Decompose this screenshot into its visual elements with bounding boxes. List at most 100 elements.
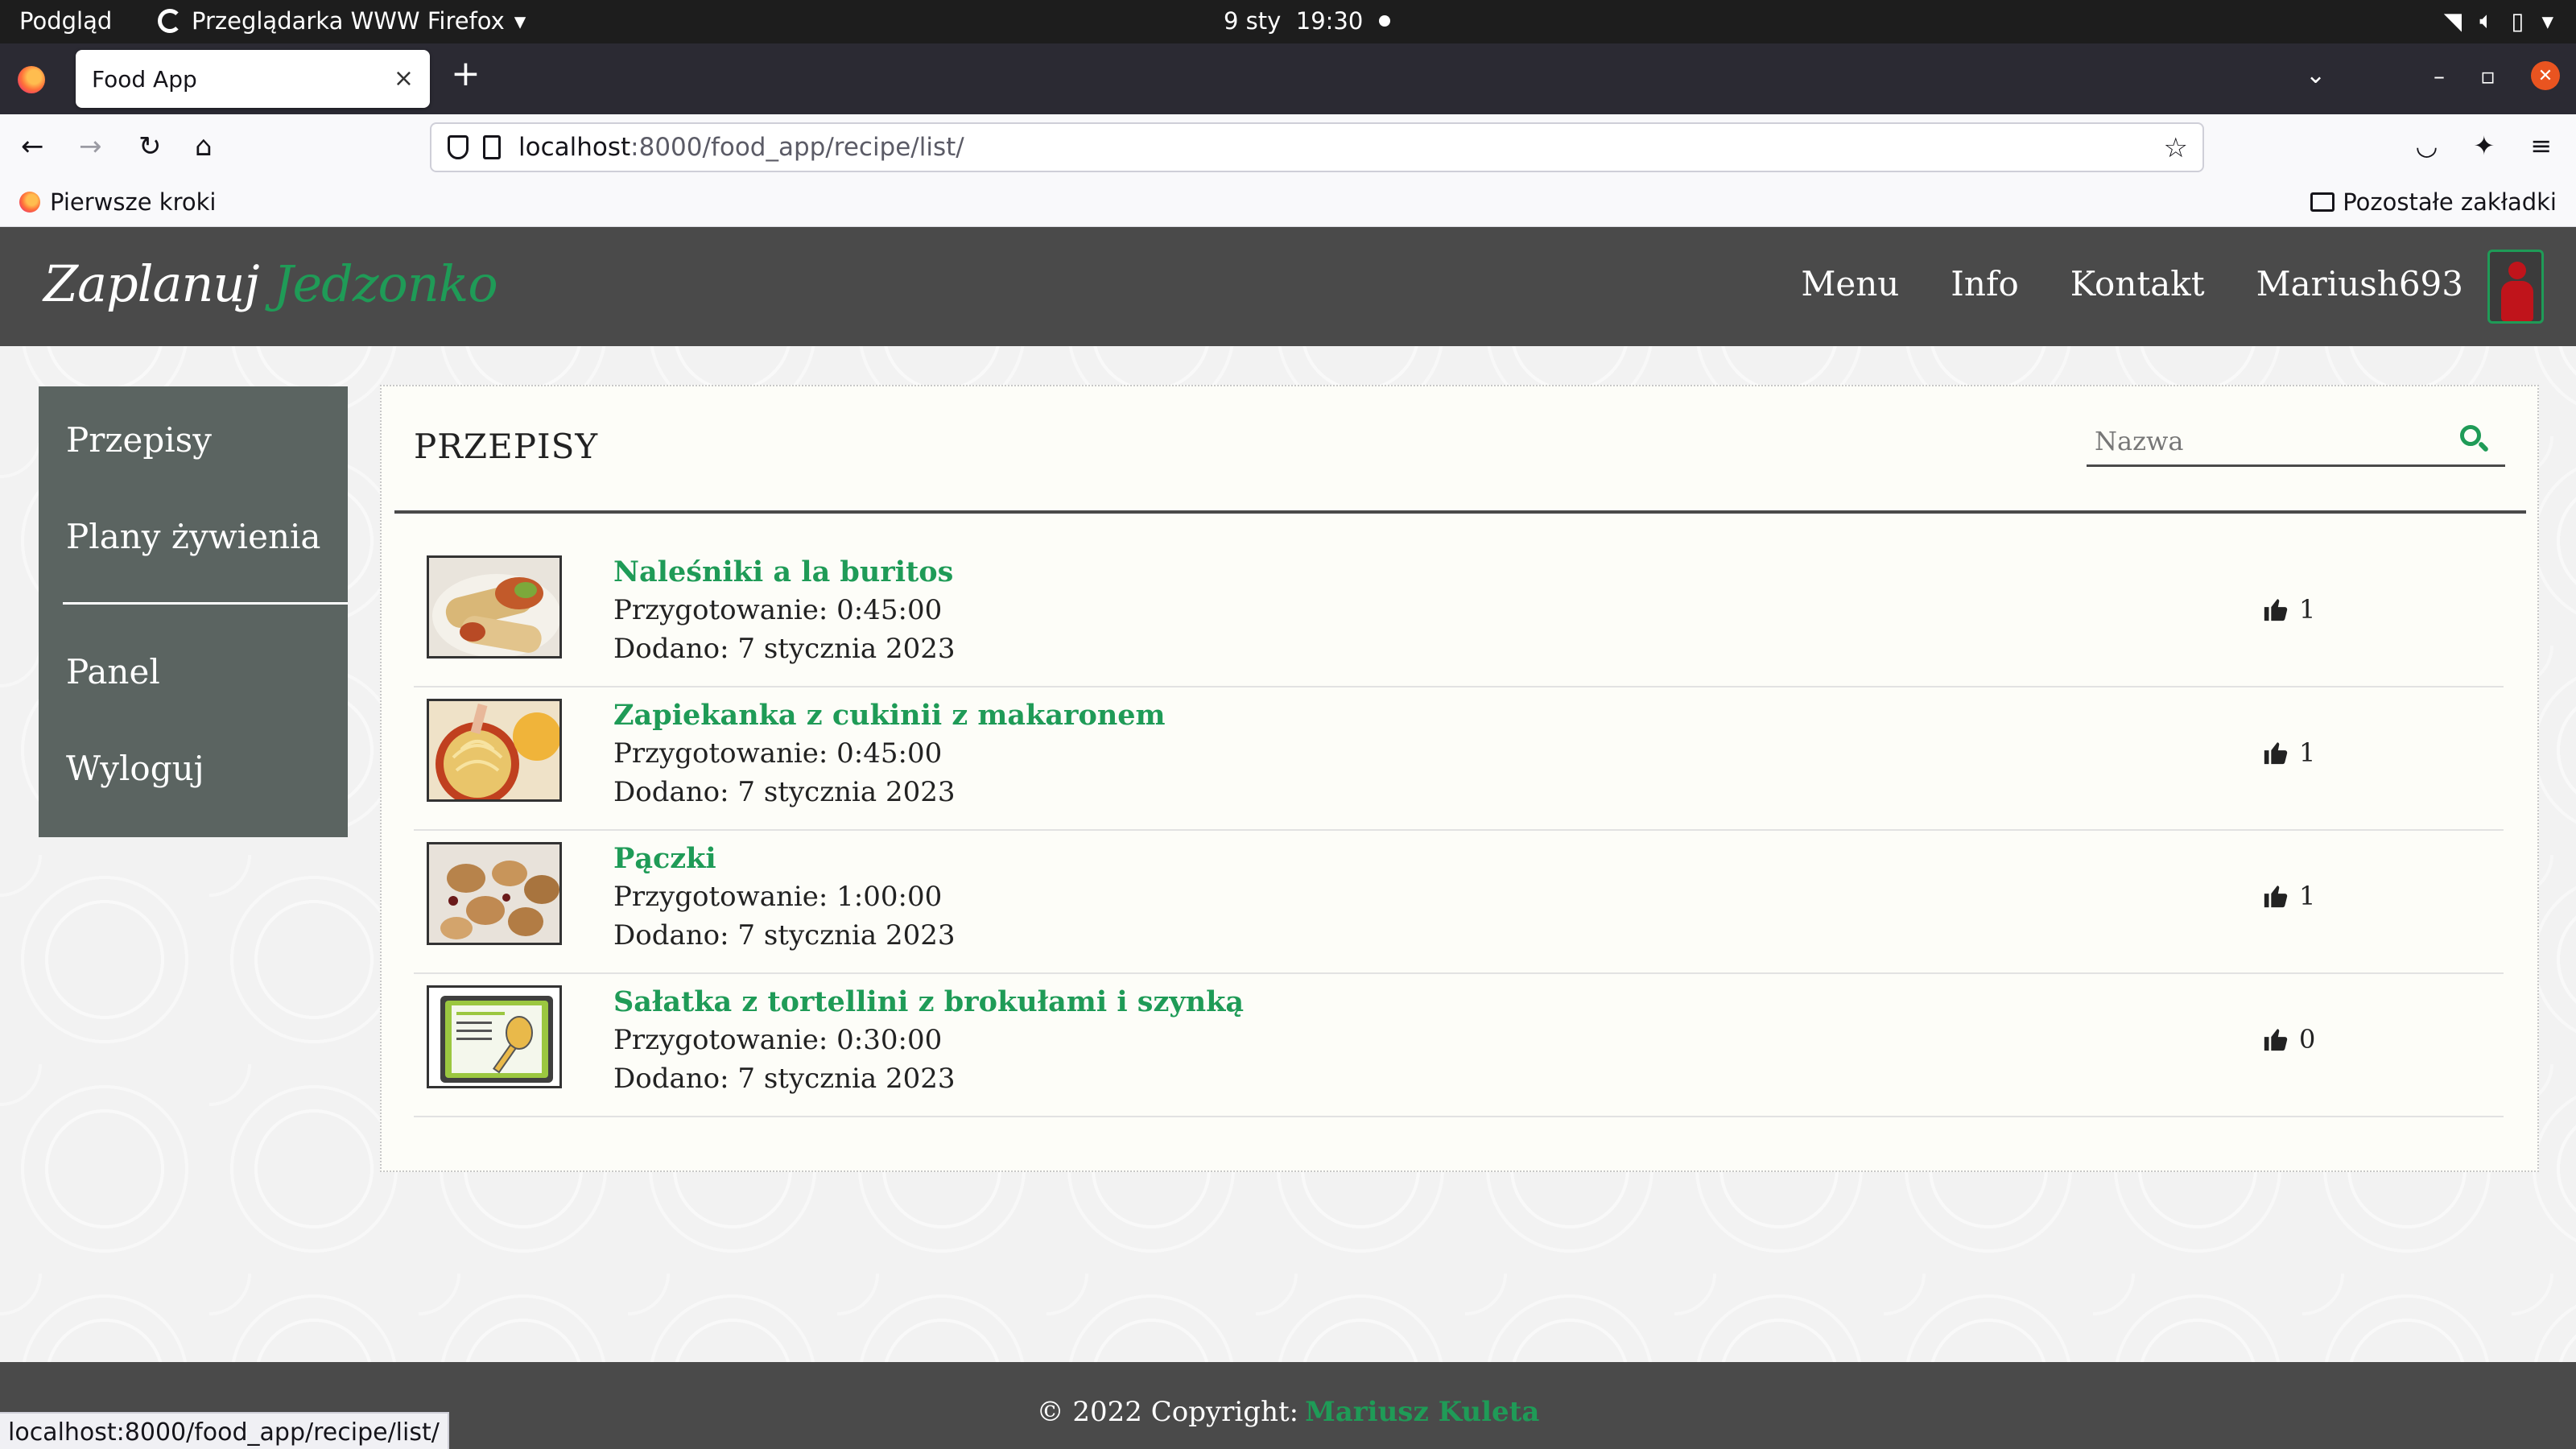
user-icon-body	[2501, 281, 2533, 321]
thumbs-up-icon	[2264, 1029, 2288, 1051]
recipe-row: Naleśniki a la buritos Przygotowanie: 0:…	[414, 544, 2504, 687]
user-icon-head	[2508, 262, 2526, 279]
system-tray[interactable]: ◥ 🔈︎ ▯ ▾	[2444, 6, 2553, 35]
thumbs-up-icon	[2264, 742, 2288, 765]
volume-icon: 🔈︎	[2479, 6, 2494, 34]
clock-date: 9 sty	[1224, 7, 1282, 35]
recipe-prep-time: Przygotowanie: 0:45:00	[613, 594, 943, 626]
recipes-panel: PRZEPISY Nazwa Naleśniki a la buritos Pr…	[380, 385, 2539, 1172]
recipe-thumbnail-pasta[interactable]	[427, 699, 562, 802]
activities-button[interactable]: Podgląd	[19, 7, 112, 35]
back-arrow-icon[interactable]: ←	[21, 130, 44, 163]
author-link[interactable]: Mariusz Kuleta	[1305, 1396, 1539, 1428]
sidebar-divider	[63, 602, 348, 605]
recipe-thumbnail-burrito[interactable]	[427, 555, 562, 658]
nav-contact-link[interactable]: Kontakt	[2070, 264, 2205, 303]
battery-icon: ▯	[2511, 6, 2524, 35]
browser-tab-active[interactable]: Food App ×	[76, 50, 430, 108]
thumbs-up-icon	[2264, 886, 2288, 908]
recipe-title-link[interactable]: Pączki	[613, 842, 716, 875]
brand-main: Zaplanuj	[43, 254, 260, 313]
recipe-likes[interactable]: 0	[2262, 1024, 2315, 1055]
recipe-date-added: Dodano: 7 stycznia 2023	[613, 919, 956, 952]
firefox-logo-icon	[18, 66, 45, 93]
url-bar[interactable]: localhost:8000/food_app/recipe/list/ ☆	[430, 122, 2204, 172]
recipe-date-added: Dodano: 7 stycznia 2023	[613, 776, 956, 808]
tab-title: Food App	[92, 65, 197, 93]
close-window-button[interactable]: ✕	[2531, 61, 2560, 90]
app-menu[interactable]: Przeglądarka WWW Firefox ▾	[158, 7, 526, 35]
clock-time: 19:30	[1295, 7, 1364, 35]
sidebar-item-logout[interactable]: Wyloguj	[66, 749, 204, 788]
new-tab-button[interactable]: +	[451, 56, 481, 92]
site-header: Zaplanuj Jedzonko Menu Info Kontakt Mariu…	[0, 227, 2576, 346]
recipe-row: Pączki Przygotowanie: 1:00:00 Dodano: 7 …	[414, 831, 2504, 974]
home-icon[interactable]: ⌂	[195, 130, 213, 163]
tab-close-icon[interactable]: ×	[394, 64, 414, 93]
other-bookmarks-label: Pozostałe zakładki	[2343, 188, 2557, 216]
search-button[interactable]	[2458, 423, 2491, 456]
likes-count: 1	[2299, 737, 2316, 768]
caret-down-icon: ▾	[514, 7, 526, 35]
hamburger-menu-icon[interactable]: ≡	[2530, 130, 2552, 161]
copyright-text: © 2022 Copyright:	[1036, 1396, 1299, 1428]
recipe-date-added: Dodano: 7 stycznia 2023	[613, 1063, 956, 1095]
recipe-title-link[interactable]: Zapiekanka z cukinii z makaronem	[613, 699, 1166, 732]
recipe-date-added: Dodano: 7 stycznia 2023	[613, 633, 956, 665]
thumbs-up-icon	[2264, 599, 2288, 621]
pocket-icon[interactable]: ◡	[2415, 130, 2438, 161]
user-avatar[interactable]	[2487, 250, 2544, 324]
recipe-list: Naleśniki a la buritos Przygotowanie: 0:…	[414, 544, 2504, 1117]
link-status-bar: localhost:8000/food_app/recipe/list/	[0, 1412, 449, 1449]
recipe-likes[interactable]: 1	[2262, 594, 2315, 625]
notification-dot-icon	[1379, 15, 1391, 27]
bookmark-label: Pierwsze kroki	[50, 188, 217, 216]
sidebar: Przepisy Plany żywienia Panel Wyloguj	[39, 386, 348, 837]
recipe-title-link[interactable]: Naleśniki a la buritos	[613, 555, 953, 588]
title-divider	[394, 510, 2526, 514]
tracking-shield-icon[interactable]	[448, 135, 469, 159]
search-input[interactable]	[2095, 422, 2449, 460]
extension-icon[interactable]: ✦	[2473, 130, 2495, 161]
url-path: :8000/food_app/recipe/list/	[630, 133, 964, 162]
recipe-prep-time: Przygotowanie: 0:45:00	[613, 737, 943, 770]
sidebar-item-recipes[interactable]: Przepisy	[66, 420, 212, 460]
likes-count: 1	[2299, 881, 2316, 911]
clock[interactable]: 9 sty 19:30	[1224, 7, 1391, 35]
wifi-icon: ◥	[2443, 6, 2462, 35]
recipe-likes[interactable]: 1	[2262, 737, 2315, 768]
site-logo[interactable]: Zaplanuj Jedzonko	[43, 254, 498, 313]
recipe-title-link[interactable]: Sałatka z tortellini z brokułami i szynk…	[613, 985, 1244, 1018]
recipe-row: Zapiekanka z cukinii z makaronem Przygot…	[414, 687, 2504, 831]
nav-menu-link[interactable]: Menu	[1801, 264, 1899, 303]
firefox-icon	[158, 9, 182, 33]
page-title: PRZEPISY	[414, 427, 599, 466]
caret-down-icon: ▾	[2541, 6, 2553, 35]
nav-username-link[interactable]: Mariush693	[2256, 264, 2463, 303]
bookmark-star-icon[interactable]: ☆	[2164, 132, 2188, 164]
minimize-window-button[interactable]: –	[2434, 63, 2445, 89]
likes-count: 0	[2299, 1024, 2316, 1055]
firefox-favicon-icon	[19, 192, 40, 213]
sidebar-item-meal-plans[interactable]: Plany żywienia	[66, 517, 320, 556]
recipe-thumbnail-placeholder[interactable]	[427, 985, 562, 1088]
recipe-thumbnail-donuts[interactable]	[427, 842, 562, 945]
page-info-icon[interactable]	[483, 135, 501, 159]
app-menu-label: Przeglądarka WWW Firefox	[192, 7, 505, 35]
restore-window-button[interactable]: ▫	[2480, 63, 2496, 89]
page-viewport: Zaplanuj Jedzonko Menu Info Kontakt Mariu…	[0, 227, 2576, 1449]
reload-icon[interactable]: ↻	[138, 130, 162, 163]
tab-strip: Food App × + ⌄ – ▫ ✕	[0, 43, 2576, 114]
bookmark-getting-started[interactable]: Pierwsze kroki	[19, 188, 216, 216]
recipe-prep-time: Przygotowanie: 0:30:00	[613, 1024, 943, 1056]
os-top-bar: Podgląd Przeglądarka WWW Firefox ▾ 9 sty…	[0, 0, 2576, 43]
nav-info-link[interactable]: Info	[1951, 264, 2018, 303]
likes-count: 1	[2299, 594, 2316, 625]
list-tabs-chevron-icon[interactable]: ⌄	[2306, 61, 2326, 89]
forward-arrow-icon[interactable]: →	[79, 130, 102, 163]
top-navigation: Menu Info Kontakt Mariush693	[1801, 264, 2463, 303]
folder-icon	[2310, 192, 2335, 212]
recipe-likes[interactable]: 1	[2262, 881, 2315, 911]
other-bookmarks[interactable]: Pozostałe zakładki	[2310, 188, 2557, 216]
sidebar-item-panel[interactable]: Panel	[66, 652, 160, 691]
